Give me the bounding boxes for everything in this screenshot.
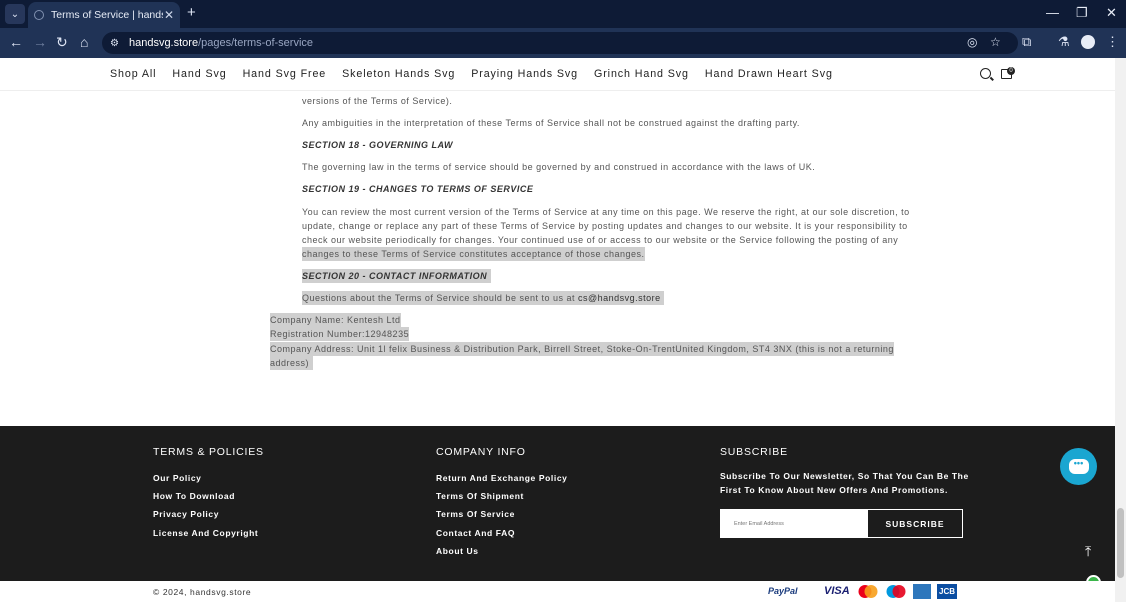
terms-policies-heading: TERMS & POLICIES [153, 446, 264, 458]
section-20-heading: SECTION 20 - CONTACT INFORMATION [302, 269, 492, 284]
company-info-heading: COMPANY INFO [436, 446, 526, 458]
chat-bubble-icon: ••• [1068, 459, 1089, 474]
url-text[interactable]: handsvg.store/pages/terms-of-service [129, 37, 313, 49]
reload-button[interactable]: ↻ [56, 34, 68, 51]
section-19-heading: SECTION 19 - CHANGES TO TERMS OF SERVICE [302, 184, 534, 194]
back-to-top-icon[interactable]: ⤒ [1085, 543, 1091, 560]
address-bar[interactable]: ⚙ handsvg.store/pages/terms-of-service ◎… [102, 32, 1018, 54]
paypal-icon: PayPal [768, 586, 798, 596]
paragraph-changes-line2: update, change or replace any part of th… [302, 221, 908, 231]
registration-number: Registration Number:12948235 [270, 327, 410, 342]
footer-link-contact-faq[interactable]: Contact And FAQ [436, 528, 515, 538]
new-tab-button[interactable]: + [187, 4, 196, 21]
url-domain: handsvg.store [128, 37, 199, 49]
tab-favicon-icon [34, 10, 44, 20]
browser-toolbar: ← → ↻ ⌂ ⚙ handsvg.store/pages/terms-of-s… [0, 28, 1126, 58]
menu-hand-svg[interactable]: Hand Svg [172, 68, 226, 80]
paragraph-changes-line1: You can review the most current version … [302, 207, 910, 217]
section-18-heading: SECTION 18 - GOVERNING LAW [302, 140, 454, 150]
mastercard-icon [857, 584, 879, 599]
cart-count-badge: 0 [1007, 67, 1015, 75]
extensions-icon[interactable]: ⧉ [1022, 34, 1031, 50]
tab-title: Terms of Service | handsvg.store [51, 9, 163, 21]
url-path: /pages/terms-of-service [198, 37, 314, 49]
menu-shop-all[interactable]: Shop All [110, 68, 156, 80]
copyright-bar: © 2024, handsvg.store PayPal VISA JCB [0, 581, 1115, 602]
footer-link-our-policy[interactable]: Our Policy [153, 473, 202, 483]
eye-off-icon[interactable]: ◎ [967, 35, 977, 49]
main-menu: Shop All Hand Svg Hand Svg Free Skeleton… [110, 68, 849, 80]
scrollbar-thumb[interactable] [1117, 508, 1124, 578]
paragraph-changes-line4: changes to these Terms of Service consti… [302, 247, 645, 262]
amex-icon [913, 584, 931, 599]
footer-link-return-exchange[interactable]: Return And Exchange Policy [436, 473, 567, 483]
close-window-button[interactable]: ✕ [1106, 5, 1117, 21]
site-footer: TERMS & POLICIES Our Policy How To Downl… [0, 426, 1115, 581]
paragraph-versions: versions of the Terms of Service). [302, 96, 453, 106]
company-name: Company Name: Kentesh Ltd [270, 313, 401, 328]
menu-skeleton-hands-svg[interactable]: Skeleton Hands Svg [342, 68, 455, 80]
back-button[interactable]: ← [9, 34, 23, 50]
paragraph-ambiguities: Any ambiguities in the interpretation of… [302, 118, 800, 128]
subscribe-text: Subscribe To Our Newsletter, So That You… [720, 471, 969, 495]
home-icon[interactable]: ⌂ [80, 34, 88, 50]
site-header: Shop All Hand Svg Hand Svg Free Skeleton… [0, 58, 1115, 91]
tab-search-button[interactable]: ⌄ [5, 4, 25, 24]
forward-button[interactable]: → [33, 34, 47, 50]
paragraph-changes-line3: check our website periodically for chang… [302, 235, 899, 245]
menu-hand-drawn-heart-svg[interactable]: Hand Drawn Heart Svg [705, 68, 833, 80]
footer-link-how-to-download[interactable]: How To Download [153, 491, 235, 501]
tab-terms-of-service[interactable]: Terms of Service | handsvg.store ✕ [28, 2, 180, 28]
restore-button[interactable]: ❐ [1076, 5, 1088, 21]
browser-menu-icon[interactable]: ⋮ [1106, 34, 1119, 50]
paragraph-contact: Questions about the Terms of Service sho… [302, 291, 664, 306]
footer-link-about-us[interactable]: About Us [436, 546, 479, 556]
visa-icon: VISA [824, 585, 850, 597]
site-settings-icon[interactable]: ⚙ [110, 38, 119, 49]
terms-content: versions of the Terms of Service). Any a… [0, 91, 1115, 426]
company-address-line1: Company Address: Unit 1l felix Business … [270, 342, 894, 357]
jcb-icon: JCB [937, 584, 958, 599]
menu-praying-hands-svg[interactable]: Praying Hands Svg [471, 68, 578, 80]
search-icon[interactable] [980, 68, 991, 79]
close-tab-icon[interactable]: ✕ [164, 8, 174, 22]
newsletter-email-input[interactable] [720, 509, 867, 538]
footer-link-license-copyright[interactable]: License And Copyright [153, 528, 258, 538]
footer-link-privacy-policy[interactable]: Privacy Policy [153, 509, 219, 519]
subscribe-heading: SUBSCRIBE [720, 446, 788, 458]
minimize-button[interactable]: — [1046, 5, 1059, 20]
copyright-text: © 2024, handsvg.store [153, 587, 252, 597]
bookmark-star-icon[interactable]: ☆ [990, 35, 1001, 49]
contact-text: Questions about the Terms of Service sho… [302, 293, 578, 303]
footer-link-terms-service[interactable]: Terms Of Service [436, 509, 515, 519]
browser-tab-bar: ⌄ Terms of Service | handsvg.store ✕ + —… [0, 0, 1126, 28]
footer-link-terms-shipment[interactable]: Terms Of Shipment [436, 491, 524, 501]
maestro-icon [885, 584, 907, 599]
profile-avatar[interactable] [1081, 35, 1095, 49]
page-scrollbar[interactable] [1115, 58, 1126, 602]
contact-email-link[interactable]: cs@handsvg.store [578, 293, 661, 303]
chat-widget-button[interactable]: ••• [1060, 448, 1097, 485]
subscribe-button[interactable]: SUBSCRIBE [867, 509, 963, 538]
paragraph-governing-law: The governing law in the terms of servic… [302, 162, 816, 172]
labs-flask-icon[interactable]: ⚗ [1058, 34, 1070, 50]
company-address-line2: address) [270, 356, 314, 371]
menu-hand-svg-free[interactable]: Hand Svg Free [243, 68, 327, 80]
menu-grinch-hand-svg[interactable]: Grinch Hand Svg [594, 68, 689, 80]
